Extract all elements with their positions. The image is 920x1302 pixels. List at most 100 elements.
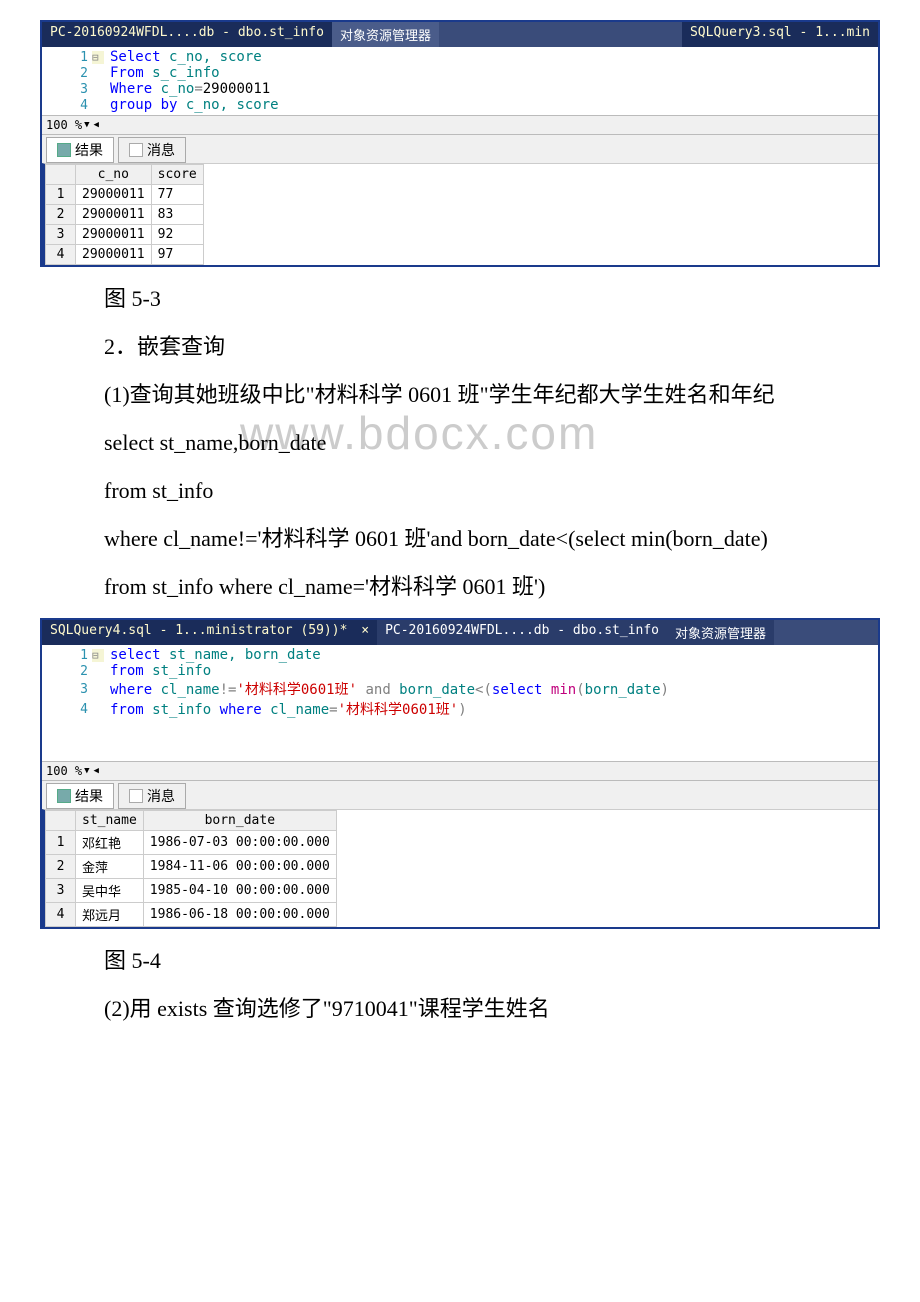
line-number: 4: [42, 702, 92, 717]
line-number: 2: [42, 66, 92, 81]
table-row[interactable]: 1 邓红艳 1986-07-03 00:00:00.000: [46, 831, 337, 855]
zoom-level[interactable]: 100 %: [46, 764, 82, 778]
sql-keyword: where: [110, 682, 152, 698]
tab-table[interactable]: PC-20160924WFDL....db - dbo.st_info: [377, 620, 667, 645]
cell[interactable]: 1986-07-03 00:00:00.000: [143, 831, 336, 855]
cell[interactable]: 1985-04-10 00:00:00.000: [143, 879, 336, 903]
tab-object-explorer[interactable]: 对象资源管理器: [332, 22, 439, 47]
sql-keyword: select: [110, 647, 161, 663]
cell[interactable]: 83: [151, 205, 203, 225]
cell[interactable]: 92: [151, 225, 203, 245]
cell[interactable]: 金萍: [76, 855, 144, 879]
table-row[interactable]: 4 29000011 97: [46, 245, 204, 265]
row-number: 4: [46, 245, 76, 265]
cell[interactable]: 29000011: [76, 205, 152, 225]
editor-tabs: PC-20160924WFDL....db - dbo.st_info 对象资源…: [42, 22, 878, 47]
sql-editor[interactable]: 1 ⊟ select st_name, born_date 2 from st_…: [42, 645, 878, 761]
results-grid[interactable]: c_no score 1 29000011 77 2 29000011 83 3…: [42, 163, 878, 265]
sql-identifier: cl_name: [152, 682, 219, 698]
section-heading: 2．嵌套查询: [20, 330, 900, 363]
sql-screenshot-2: SQLQuery4.sql - 1...ministrator (59))* ×…: [40, 618, 880, 929]
cell[interactable]: 邓红艳: [76, 831, 144, 855]
sql-paren: (: [576, 682, 584, 698]
line-number: 3: [42, 82, 92, 97]
cell[interactable]: 郑远月: [76, 903, 144, 927]
cell[interactable]: 29000011: [76, 245, 152, 265]
tab-query-active[interactable]: SQLQuery4.sql - 1...ministrator (59))* ×: [42, 620, 377, 645]
messages-tab[interactable]: 消息: [118, 137, 186, 163]
tab-active[interactable]: PC-20160924WFDL....db - dbo.st_info: [42, 22, 332, 47]
sql-identifier: c_no: [152, 81, 194, 97]
editor-tabs: SQLQuery4.sql - 1...ministrator (59))* ×…: [42, 620, 878, 645]
row-number: 2: [46, 205, 76, 225]
table-row[interactable]: 2 金萍 1984-11-06 00:00:00.000: [46, 855, 337, 879]
code-line: where cl_name!='材料科学 0601 班'and born_dat…: [20, 522, 900, 555]
cell[interactable]: 1984-11-06 00:00:00.000: [143, 855, 336, 879]
sql-keyword: select: [492, 682, 543, 698]
chevron-down-icon[interactable]: ▼: [84, 120, 89, 130]
sql-identifier: c_no, score: [161, 49, 262, 65]
sql-keyword: Where: [110, 81, 152, 97]
sql-string: '材料科学0601班': [236, 682, 357, 698]
tab-query[interactable]: SQLQuery3.sql - 1...min: [682, 22, 878, 47]
line-number: 4: [42, 98, 92, 113]
row-number: 1: [46, 831, 76, 855]
row-header-corner: [46, 811, 76, 831]
table-row[interactable]: 3 29000011 92: [46, 225, 204, 245]
sql-keyword: group: [110, 97, 152, 113]
sql-function: min: [542, 682, 576, 698]
cell[interactable]: 77: [151, 185, 203, 205]
chevron-down-icon[interactable]: ▼: [84, 766, 89, 776]
column-header[interactable]: score: [151, 165, 203, 185]
sql-identifier: st_info: [144, 702, 220, 718]
column-header[interactable]: born_date: [143, 811, 336, 831]
sql-keyword: Select: [110, 49, 161, 65]
table-row[interactable]: 4 郑远月 1986-06-18 00:00:00.000: [46, 903, 337, 927]
cell[interactable]: 29000011: [76, 225, 152, 245]
sql-string: '材料科学0601班': [338, 702, 459, 718]
tab-label: SQLQuery4.sql - 1...ministrator (59))*: [50, 623, 347, 638]
sql-identifier: c_no, score: [177, 97, 278, 113]
tab-object-explorer[interactable]: 对象资源管理器: [667, 620, 774, 645]
table-row[interactable]: 3 吴中华 1985-04-10 00:00:00.000: [46, 879, 337, 903]
grid-icon: [57, 143, 71, 157]
sql-literal: 29000011: [203, 81, 270, 97]
cell[interactable]: 1986-06-18 00:00:00.000: [143, 903, 336, 927]
fold-icon[interactable]: ⊟: [92, 51, 104, 64]
cell[interactable]: 吴中华: [76, 879, 144, 903]
scroll-left-icon[interactable]: ◀: [94, 120, 99, 130]
sql-identifier: s_c_info: [144, 65, 220, 81]
sql-paren: ): [458, 702, 466, 718]
close-icon[interactable]: ×: [361, 623, 369, 638]
sql-operator: !=: [220, 682, 237, 698]
figure-caption: 图 5-3: [20, 282, 900, 315]
cell[interactable]: 97: [151, 245, 203, 265]
table-row[interactable]: 1 29000011 77: [46, 185, 204, 205]
column-header[interactable]: c_no: [76, 165, 152, 185]
sql-operator: =: [194, 81, 202, 97]
table-row[interactable]: 2 29000011 83: [46, 205, 204, 225]
scroll-left-icon[interactable]: ◀: [94, 766, 99, 776]
messages-tab[interactable]: 消息: [118, 783, 186, 809]
sql-identifier: st_info: [144, 663, 211, 679]
result-tabs: 结果 消息: [42, 134, 878, 163]
fold-icon[interactable]: ⊟: [92, 649, 104, 662]
sql-keyword: from: [110, 702, 144, 718]
sql-screenshot-1: PC-20160924WFDL....db - dbo.st_info 对象资源…: [40, 20, 880, 267]
cell[interactable]: 29000011: [76, 185, 152, 205]
sql-keyword: where: [220, 702, 262, 718]
row-number: 2: [46, 855, 76, 879]
results-tab[interactable]: 结果: [46, 137, 114, 163]
zoom-level[interactable]: 100 %: [46, 118, 82, 132]
code-line: select st_name,born_date: [20, 426, 900, 459]
sql-identifier: born_date: [585, 682, 661, 698]
results-tab-label: 结果: [75, 140, 103, 160]
sql-editor[interactable]: 1 ⊟ Select c_no, score 2 From s_c_info 3…: [42, 47, 878, 115]
results-tab[interactable]: 结果: [46, 783, 114, 809]
code-line: from st_info where cl_name='材料科学 0601 班'…: [20, 570, 900, 603]
row-number: 3: [46, 879, 76, 903]
sql-keyword: by: [152, 97, 177, 113]
sql-identifier: born_date: [391, 682, 475, 698]
results-grid[interactable]: st_name born_date 1 邓红艳 1986-07-03 00:00…: [42, 809, 878, 927]
column-header[interactable]: st_name: [76, 811, 144, 831]
